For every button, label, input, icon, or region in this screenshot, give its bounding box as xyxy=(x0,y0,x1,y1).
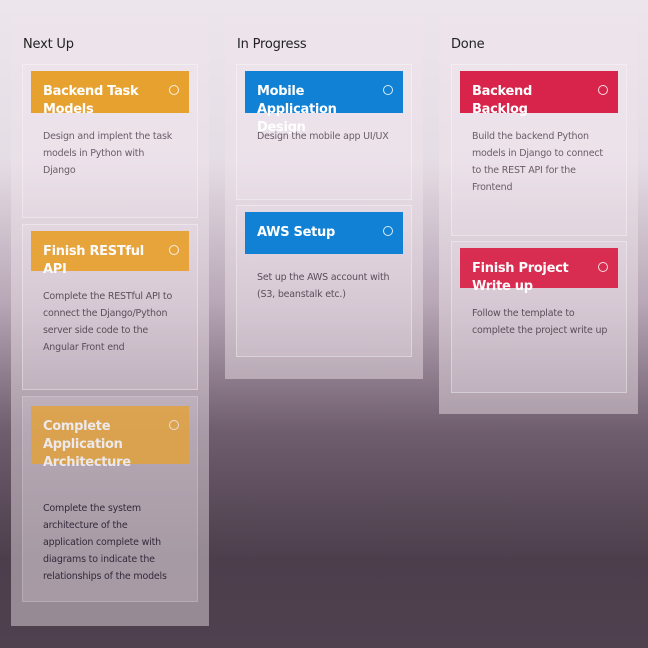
card-header[interactable]: Backend Task Models xyxy=(31,71,189,117)
card-description: Design and implent the task models in Py… xyxy=(43,131,173,176)
column-title: Done xyxy=(451,37,485,52)
card-description: Build the backend Python models in Djang… xyxy=(472,131,603,193)
task-card-backend-backlog[interactable]: Backend Backlog Build the backend Python… xyxy=(451,64,627,236)
info-icon[interactable] xyxy=(383,85,393,95)
card-description: Complete the system architecture of the … xyxy=(43,503,167,582)
info-icon[interactable] xyxy=(383,226,393,236)
column-next-up: Next Up Backend Task Models Design and i… xyxy=(11,17,209,626)
column-title: In Progress xyxy=(237,37,307,52)
card-description: Follow the template to complete the proj… xyxy=(472,308,608,336)
card-header[interactable]: Complete Application Architecture xyxy=(31,406,189,470)
column-done: Done Backend Backlog Build the backend P… xyxy=(439,17,638,414)
task-card-complete-application-architecture[interactable]: Complete Application Architecture Comple… xyxy=(22,396,198,602)
card-title: Backend Task Models xyxy=(43,84,139,117)
card-description: Design the mobile app UI/UX xyxy=(257,131,389,142)
card-header[interactable]: Finish Project Write up xyxy=(460,248,618,294)
column-in-progress: In Progress Mobile Application Design De… xyxy=(225,17,423,379)
card-title: Finish Project Write up xyxy=(472,261,569,294)
card-title: AWS Setup xyxy=(257,225,335,240)
info-icon[interactable] xyxy=(598,262,608,272)
task-card-finish-restful-api[interactable]: Finish RESTful API Complete the RESTful … xyxy=(22,224,198,390)
column-title: Next Up xyxy=(23,37,74,52)
card-header[interactable]: Backend Backlog xyxy=(460,71,618,117)
info-icon[interactable] xyxy=(169,420,179,430)
info-icon[interactable] xyxy=(169,245,179,255)
task-card-aws-setup[interactable]: AWS Setup Set up the AWS account with (S… xyxy=(236,205,412,357)
task-card-mobile-application-design[interactable]: Mobile Application Design Design the mob… xyxy=(236,64,412,200)
card-header[interactable]: AWS Setup xyxy=(245,212,403,254)
task-card-backend-task-models[interactable]: Backend Task Models Design and implent t… xyxy=(22,64,198,218)
card-title: Backend Backlog xyxy=(472,84,532,117)
info-icon[interactable] xyxy=(169,85,179,95)
card-header[interactable]: Finish RESTful API xyxy=(31,231,189,277)
info-icon[interactable] xyxy=(598,85,608,95)
card-description: Set up the AWS account with (S3, beansta… xyxy=(257,272,390,300)
card-header[interactable]: Mobile Application Design xyxy=(245,71,403,135)
card-title: Complete Application Architecture xyxy=(43,419,131,470)
card-description: Complete the RESTful API to connect the … xyxy=(43,291,173,353)
card-title: Finish RESTful API xyxy=(43,244,144,277)
task-card-finish-project-write-up[interactable]: Finish Project Write up Follow the templ… xyxy=(451,241,627,393)
